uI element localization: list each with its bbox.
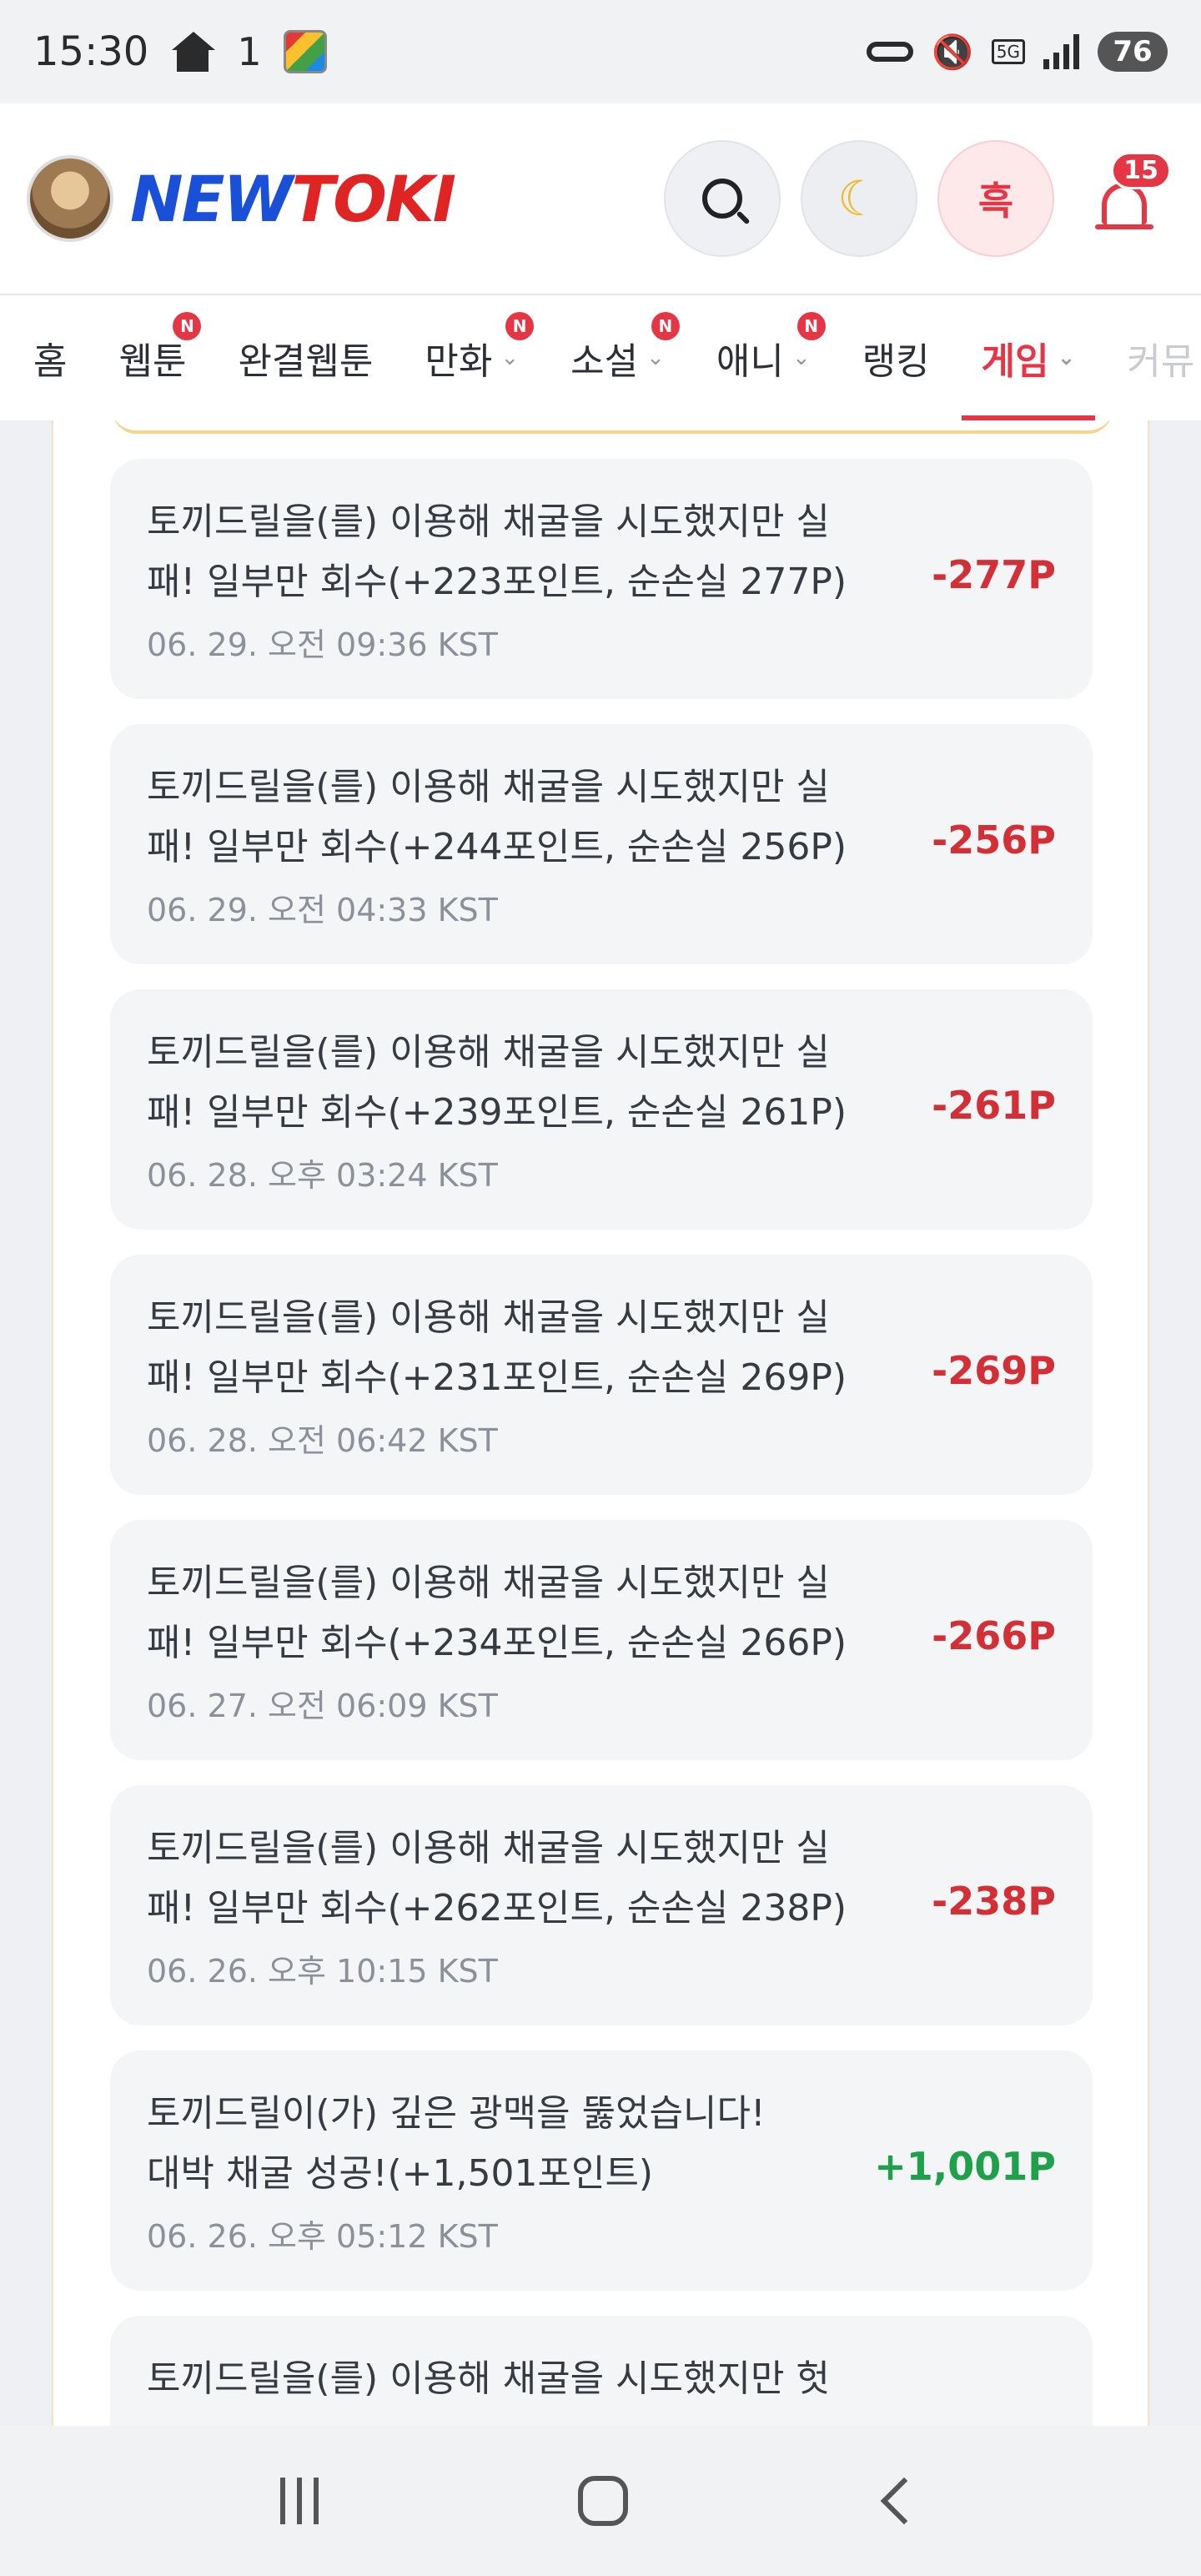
history-item: 토끼드릴을(를) 이용해 채굴을 시도했지만 실 패! 일부만 회수(+231포인… — [110, 1255, 1093, 1495]
history-message: 토끼드릴을(를) 이용해 채굴을 시도했지만 실 패! 일부만 회수(+244포인… — [147, 766, 847, 868]
tab-2[interactable]: 완결웹툰 — [238, 295, 373, 420]
status-time: 15:30 — [33, 28, 149, 75]
tab-7[interactable]: 게임 ⌄ — [961, 295, 1096, 420]
history-amount: -261P — [932, 1083, 1056, 1128]
home-status-icon — [170, 32, 216, 72]
history-message: 토끼드릴을(를) 이용해 채굴을 시도했지만 헛 — [147, 2357, 830, 2400]
tab-3[interactable]: 만화 ⌄ N — [425, 295, 535, 420]
history-item: 토끼드릴을(를) 이용해 채굴을 시도했지만 실 패! 일부만 회수(+262포인… — [110, 1785, 1093, 2025]
tab-label: 커뮤 — [1127, 340, 1195, 383]
tab-label: 홈 — [33, 340, 68, 383]
panel-header-edge — [112, 420, 1113, 434]
new-badge: N — [505, 312, 535, 340]
chevron-down-icon: ⌄ — [500, 345, 520, 370]
network-type: 5G — [991, 39, 1025, 64]
history-message: 토끼드릴을(를) 이용해 채굴을 시도했지만 실 패! 일부만 회수(+239포인… — [147, 1031, 847, 1134]
home-button[interactable] — [577, 2476, 628, 2526]
tab-8[interactable]: 커뮤 — [1127, 295, 1194, 420]
history-timestamp: 06. 29. 오전 04:33 KST — [147, 892, 498, 928]
tab-4[interactable]: 소설 ⌄ N — [570, 295, 680, 420]
new-badge: N — [173, 312, 202, 340]
history-message: 토끼드릴을(를) 이용해 채굴을 시도했지만 실 패! 일부만 회수(+223포인… — [147, 501, 847, 603]
history-timestamp: 06. 26. 오후 05:12 KST — [147, 2218, 498, 2255]
mute-icon: 🔇 — [931, 33, 973, 72]
tab-label: 소설 — [570, 340, 639, 383]
history-message: 토끼드릴을(를) 이용해 채굴을 시도했지만 실 패! 일부만 회수(+262포인… — [147, 1827, 847, 1929]
history-timestamp: 06. 28. 오후 03:24 KST — [147, 1157, 498, 1194]
notification-badge: 15 — [1111, 152, 1171, 189]
tab-1[interactable]: 웹툰 N — [118, 295, 202, 420]
history-amount: -269P — [932, 1348, 1056, 1393]
history-item: 토끼드릴이(가) 깊은 광맥을 뚫었습니다! 대박 채굴 성공!(+1,501포인… — [110, 2050, 1093, 2291]
tab-6[interactable]: 랭킹 — [862, 295, 930, 420]
search-icon — [702, 179, 742, 219]
notification-button[interactable]: 15 — [1074, 140, 1174, 257]
history-item: 토끼드릴을(를) 이용해 채굴을 시도했지만 헛 — [110, 2316, 1093, 2426]
tab-label: 랭킹 — [862, 340, 930, 383]
history-amount: -266P — [932, 1613, 1056, 1658]
tab-0[interactable]: 홈 — [33, 295, 67, 420]
site-logo[interactable]: NEWTOKI — [130, 162, 456, 236]
logo-avatar[interactable] — [27, 155, 113, 242]
vpn-key-icon — [866, 42, 913, 62]
status-one: 1 — [237, 29, 262, 74]
dark-mode-button[interactable]: ☾ — [801, 140, 917, 257]
history-item: 토끼드릴을(를) 이용해 채굴을 시도했지만 실 패! 일부만 회수(+239포인… — [110, 989, 1093, 1230]
category-tabs: 홈 웹툰 N 완결웹툰 만화 ⌄ N 소설 ⌄ N 애니 ⌄ N 랭킹 게임 ⌄ 커뮤 — [0, 294, 1201, 420]
tab-label: 웹툰 — [118, 340, 187, 383]
history-amount: -238P — [932, 1879, 1056, 1924]
history-message: 토끼드릴을(를) 이용해 채굴을 시도했지만 실 패! 일부만 회수(+231포인… — [147, 1296, 847, 1399]
history-item: 토끼드릴을(를) 이용해 채굴을 시도했지만 실 패! 일부만 회수(+244포인… — [110, 724, 1093, 964]
system-nav-bar — [0, 2426, 1201, 2576]
tab-label: 만화 — [425, 340, 493, 383]
moon-icon: ☾ — [837, 170, 881, 227]
history-amount: -256P — [932, 818, 1056, 863]
history-amount: -277P — [932, 552, 1056, 597]
history-timestamp: 06. 29. 오전 09:36 KST — [147, 626, 498, 663]
tab-label: 완결웹툰 — [238, 340, 374, 383]
search-button[interactable] — [664, 140, 781, 257]
history-item: 토끼드릴을(를) 이용해 채굴을 시도했지만 실 패! 일부만 회수(+234포인… — [110, 1520, 1093, 1760]
history-message: 토끼드릴을(를) 이용해 채굴을 시도했지만 실 패! 일부만 회수(+234포인… — [147, 1562, 847, 1664]
history-timestamp: 06. 28. 오전 06:42 KST — [147, 1422, 498, 1459]
recent-apps-button[interactable] — [279, 2478, 319, 2524]
map-app-icon — [283, 30, 327, 73]
app-header: NEWTOKI ☾ 흑 15 — [0, 103, 1201, 294]
theme-toggle-button[interactable]: 흑 — [937, 140, 1054, 257]
back-button[interactable] — [881, 2477, 928, 2525]
chevron-down-icon: ⌄ — [646, 345, 665, 370]
chevron-down-icon: ⌄ — [791, 345, 811, 370]
history-message: 토끼드릴이(가) 깊은 광맥을 뚫었습니다! 대박 채굴 성공!(+1,501포인… — [147, 2092, 766, 2195]
point-history-panel: 토끼드릴을(를) 이용해 채굴을 시도했지만 실 패! 일부만 회수(+223포인… — [52, 420, 1149, 2426]
new-badge: N — [651, 312, 680, 340]
battery-indicator: 76 — [1098, 32, 1168, 72]
history-item: 토끼드릴을(를) 이용해 채굴을 시도했지만 실 패! 일부만 회수(+223포인… — [110, 459, 1093, 699]
tab-label: 게임 — [981, 340, 1049, 383]
history-timestamp: 06. 26. 오후 10:15 KST — [147, 1953, 498, 1990]
history-amount: +1,001P — [874, 2144, 1056, 2189]
new-badge: N — [796, 312, 826, 340]
chevron-down-icon: ⌄ — [1057, 345, 1076, 370]
tab-label: 애니 — [716, 340, 784, 383]
history-timestamp: 06. 27. 오전 06:09 KST — [147, 1688, 498, 1724]
tab-5[interactable]: 애니 ⌄ N — [716, 295, 826, 420]
signal-icon — [1043, 34, 1079, 69]
status-bar: 15:30 1 🔇 5G 76 — [0, 0, 1201, 103]
